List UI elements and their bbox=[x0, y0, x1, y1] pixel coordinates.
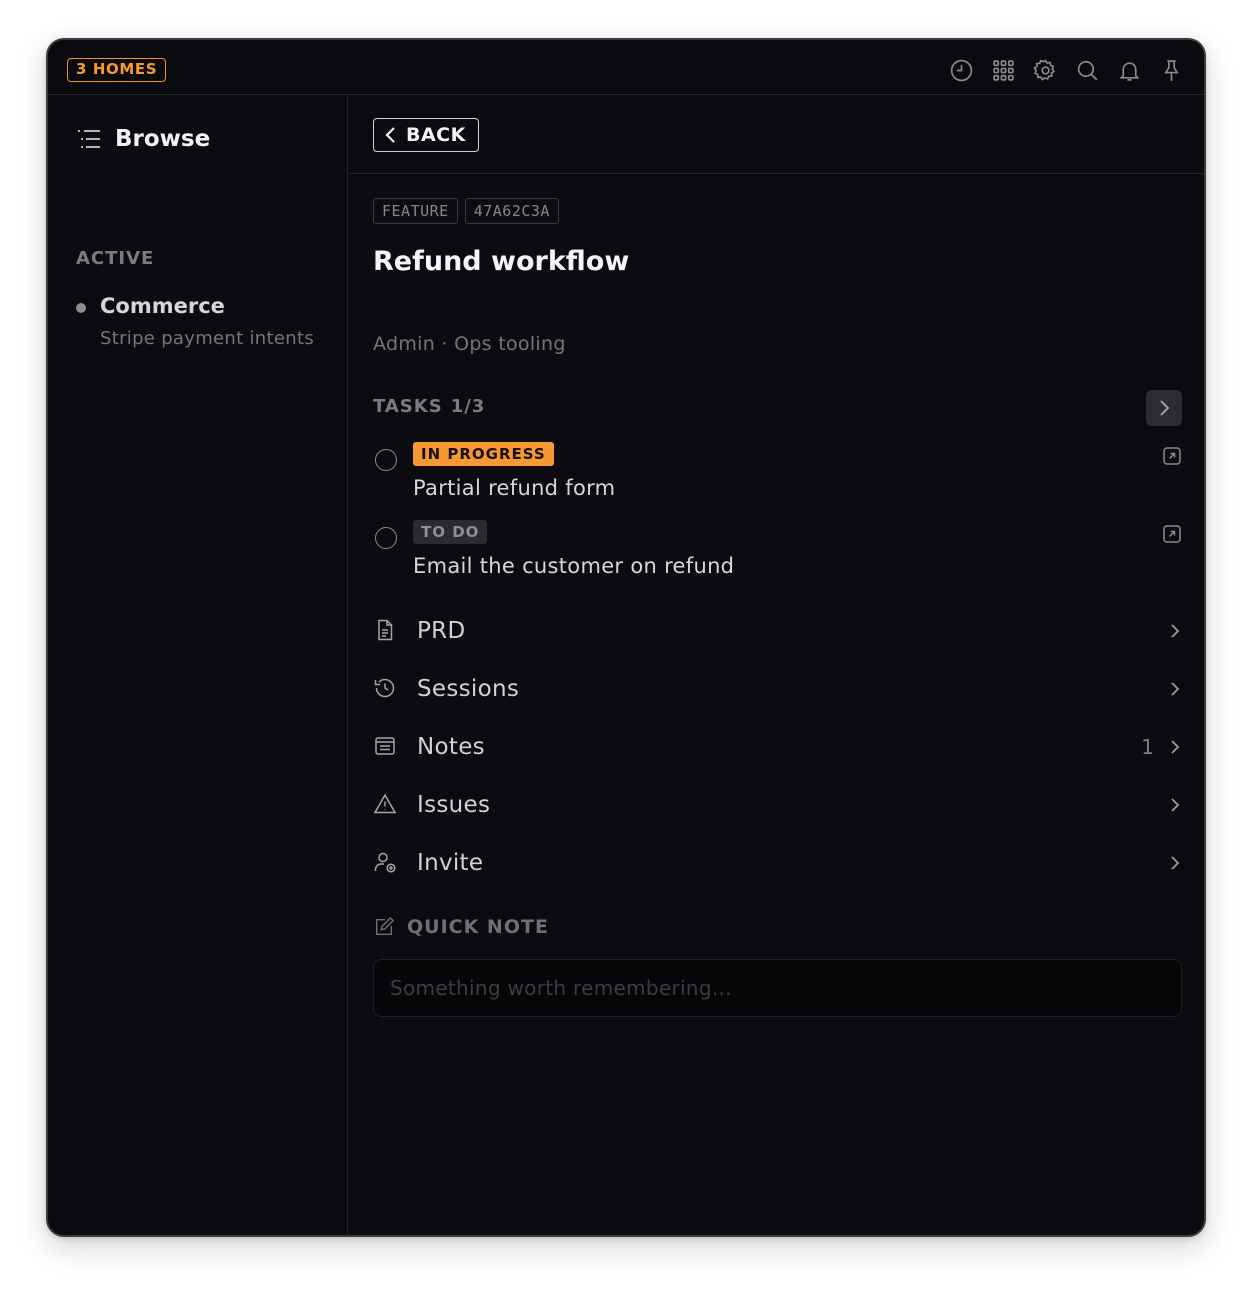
quick-note-input[interactable] bbox=[373, 959, 1182, 1017]
task-item[interactable]: TO DO Email the customer on refund bbox=[373, 520, 1182, 590]
menu-count: 1 bbox=[1141, 735, 1154, 759]
bell-icon[interactable] bbox=[1117, 58, 1142, 83]
pin-icon[interactable] bbox=[1159, 58, 1184, 83]
menu-item-invite[interactable]: Invite bbox=[373, 834, 1182, 892]
tag-id[interactable]: 47A62C3A bbox=[464, 198, 559, 224]
open-external-icon[interactable] bbox=[1162, 446, 1182, 466]
grid-icon[interactable] bbox=[991, 58, 1016, 83]
toolbar-icons bbox=[949, 58, 1184, 83]
history-icon bbox=[373, 676, 399, 702]
status-badge: TO DO bbox=[413, 520, 488, 544]
clock-icon[interactable] bbox=[949, 58, 974, 83]
back-label: BACK bbox=[406, 124, 466, 146]
chevron-right-icon bbox=[1160, 400, 1170, 416]
chevron-right-icon bbox=[1168, 680, 1182, 698]
tag-type: FEATURE bbox=[373, 198, 458, 224]
document-icon bbox=[373, 618, 399, 644]
tasks-label: TASKS bbox=[373, 396, 443, 417]
section-menu: PRD Sessions Notes 1 Issues Invite bbox=[373, 602, 1182, 892]
tag-list: FEATURE 47A62C3A bbox=[373, 198, 559, 224]
status-dot bbox=[76, 303, 86, 313]
menu-label: Invite bbox=[417, 850, 484, 876]
task-name: Partial refund form bbox=[413, 476, 616, 500]
menu-label: Issues bbox=[417, 792, 491, 818]
menu-label: Notes bbox=[417, 734, 485, 760]
quick-note-label: QUICK NOTE bbox=[407, 916, 549, 938]
browse-label: Browse bbox=[115, 126, 211, 152]
list-icon bbox=[78, 130, 100, 148]
tasks-next-button[interactable] bbox=[1146, 390, 1182, 426]
search-icon[interactable] bbox=[1075, 58, 1100, 83]
project-name: Commerce bbox=[100, 294, 225, 318]
task-name: Email the customer on refund bbox=[413, 554, 735, 578]
open-external-icon[interactable] bbox=[1162, 524, 1182, 544]
menu-label: Sessions bbox=[417, 676, 520, 702]
tasks-count: 1/3 bbox=[450, 396, 486, 417]
warning-icon bbox=[373, 792, 399, 818]
menu-item-prd[interactable]: PRD bbox=[373, 602, 1182, 660]
sidebar: Browse ACTIVE Commerce Stripe payment in… bbox=[48, 96, 348, 1235]
sidebar-item-commerce[interactable]: Commerce Stripe payment intents bbox=[76, 294, 326, 352]
main-panel: BACK FEATURE 47A62C3A Refund workflow Ad… bbox=[349, 96, 1204, 1235]
menu-label: PRD bbox=[417, 618, 466, 644]
quick-note-header: QUICK NOTE bbox=[373, 916, 549, 938]
app-window: 3 HOMES Browse ACTIVE Commerce Stripe pa… bbox=[46, 38, 1206, 1237]
notes-icon bbox=[373, 734, 399, 760]
chevron-right-icon bbox=[1168, 854, 1182, 872]
back-button[interactable]: BACK bbox=[373, 118, 479, 152]
homes-badge[interactable]: 3 HOMES bbox=[67, 58, 167, 82]
back-bar: BACK bbox=[349, 96, 1204, 174]
title-bar: 3 HOMES bbox=[48, 40, 1204, 95]
page-title: Refund workflow bbox=[373, 246, 630, 277]
chevron-left-icon bbox=[385, 127, 395, 143]
gear-icon[interactable] bbox=[1033, 58, 1058, 83]
task-checkbox[interactable] bbox=[375, 449, 397, 471]
tasks-header: TASKS 1/3 bbox=[373, 396, 485, 417]
breadcrumb: Admin · Ops tooling bbox=[373, 333, 566, 355]
menu-item-issues[interactable]: Issues bbox=[373, 776, 1182, 834]
project-description: Stripe payment intents bbox=[100, 328, 314, 349]
menu-item-notes[interactable]: Notes 1 bbox=[373, 718, 1182, 776]
menu-item-sessions[interactable]: Sessions bbox=[373, 660, 1182, 718]
browse-header[interactable]: Browse bbox=[76, 126, 210, 152]
status-badge: IN PROGRESS bbox=[413, 442, 554, 466]
task-checkbox[interactable] bbox=[375, 527, 397, 549]
chevron-right-icon bbox=[1168, 622, 1182, 640]
add-user-icon bbox=[373, 850, 399, 876]
chevron-right-icon bbox=[1168, 738, 1182, 756]
task-item[interactable]: IN PROGRESS Partial refund form bbox=[373, 442, 1182, 512]
chevron-right-icon bbox=[1168, 796, 1182, 814]
section-label-active: ACTIVE bbox=[76, 248, 155, 269]
edit-note-icon bbox=[375, 916, 395, 936]
